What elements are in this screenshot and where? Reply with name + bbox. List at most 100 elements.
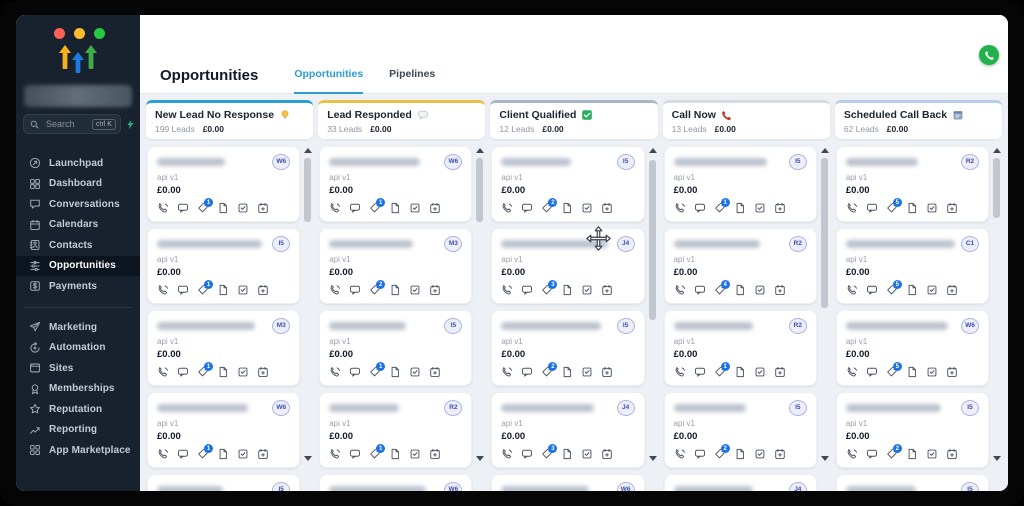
chat-icon[interactable] [866,202,878,214]
chat-icon[interactable] [349,366,361,378]
scrollbar-thumb[interactable] [304,158,311,222]
task-icon[interactable] [926,448,938,460]
task-icon[interactable] [581,284,593,296]
file-icon[interactable] [561,448,573,460]
opportunity-card[interactable]: W6 api v1 £0.00 5 [836,310,989,386]
tag-icon[interactable]: 2 [886,448,898,460]
scroll-up-arrow[interactable] [476,148,484,153]
file-icon[interactable] [906,448,918,460]
phone-icon[interactable] [329,366,341,378]
task-icon[interactable] [754,284,766,296]
opportunity-card[interactable]: J4 api v1 £0.00 3 [491,228,644,304]
calendar-icon[interactable] [774,366,786,378]
calendar-icon[interactable] [429,448,441,460]
calendar-icon[interactable] [257,448,269,460]
column-scrollbar[interactable] [820,146,829,461]
phone-icon[interactable] [329,448,341,460]
phone-icon[interactable] [157,448,169,460]
tab-opportunities[interactable]: Opportunities [294,56,363,94]
file-icon[interactable] [217,202,229,214]
column-scrollbar[interactable] [303,146,312,461]
opportunity-card[interactable]: W6 api v1 £0.00 1 [147,146,300,222]
file-icon[interactable] [217,284,229,296]
calendar-icon[interactable] [601,366,613,378]
task-icon[interactable] [926,366,938,378]
chat-icon[interactable] [866,366,878,378]
task-icon[interactable] [926,284,938,296]
column-scrollbar[interactable] [648,146,657,461]
chat-icon[interactable] [866,448,878,460]
tag-icon[interactable]: 1 [197,448,209,460]
opportunity-card[interactable]: I5 api v1 £0.00 1 [319,310,472,386]
opportunity-card-partial[interactable]: I5 [147,474,300,491]
sidebar-item-launchpad[interactable]: Launchpad [16,153,140,174]
chat-icon[interactable] [521,448,533,460]
tag-icon[interactable]: 3 [541,284,553,296]
calendar-icon[interactable] [946,366,958,378]
tag-icon[interactable]: 1 [197,202,209,214]
task-icon[interactable] [409,202,421,214]
task-icon[interactable] [926,202,938,214]
file-icon[interactable] [734,284,746,296]
tag-icon[interactable]: 2 [369,284,381,296]
phone-icon[interactable] [674,448,686,460]
opportunity-card[interactable]: R2 api v1 £0.00 4 [664,228,817,304]
phone-icon[interactable] [674,284,686,296]
column-header[interactable]: Lead Responded 33 Leads £0.00 [318,100,485,139]
column-scrollbar[interactable] [475,146,484,461]
chat-icon[interactable] [177,366,189,378]
scroll-down-arrow[interactable] [304,456,312,461]
sidebar-item-automation[interactable]: Automation [16,338,140,359]
chat-icon[interactable] [177,284,189,296]
task-icon[interactable] [409,448,421,460]
task-icon[interactable] [237,366,249,378]
sidebar-item-opportunities[interactable]: Opportunities [16,256,140,277]
chat-icon[interactable] [694,202,706,214]
phone-icon[interactable] [501,366,513,378]
chat-icon[interactable] [694,366,706,378]
file-icon[interactable] [561,284,573,296]
file-icon[interactable] [389,284,401,296]
calendar-icon[interactable] [429,284,441,296]
calendar-icon[interactable] [257,202,269,214]
scroll-down-arrow[interactable] [649,456,657,461]
calendar-icon[interactable] [774,448,786,460]
file-icon[interactable] [217,448,229,460]
scroll-up-arrow[interactable] [993,148,1001,153]
opportunity-card[interactable]: I5 api v1 £0.00 2 [491,146,644,222]
chat-icon[interactable] [177,202,189,214]
calendar-icon[interactable] [946,284,958,296]
calendar-icon[interactable] [774,202,786,214]
opportunity-card[interactable]: R2 api v1 £0.00 1 [664,310,817,386]
tag-icon[interactable]: 1 [369,366,381,378]
opportunity-card[interactable]: W6 api v1 £0.00 1 [319,146,472,222]
file-icon[interactable] [389,366,401,378]
task-icon[interactable] [754,448,766,460]
scrollbar-thumb[interactable] [821,158,828,308]
phone-icon[interactable] [157,284,169,296]
file-icon[interactable] [906,284,918,296]
phone-icon[interactable] [157,202,169,214]
opportunity-card[interactable]: I5 api v1 £0.00 2 [836,392,989,468]
task-icon[interactable] [581,202,593,214]
file-icon[interactable] [734,366,746,378]
opportunity-card[interactable]: I5 api v1 £0.00 1 [664,146,817,222]
opportunity-card[interactable]: R2 api v1 £0.00 1 [319,392,472,468]
scroll-down-arrow[interactable] [821,456,829,461]
tag-icon[interactable]: 1 [197,366,209,378]
phone-icon[interactable] [501,284,513,296]
opportunity-card-partial[interactable]: J4 [664,474,817,491]
task-icon[interactable] [581,366,593,378]
task-icon[interactable] [237,448,249,460]
opportunity-card[interactable]: C1 api v1 £0.00 5 [836,228,989,304]
chat-icon[interactable] [866,284,878,296]
task-icon[interactable] [581,448,593,460]
calendar-icon[interactable] [257,284,269,296]
sidebar-item-contacts[interactable]: Contacts [16,235,140,256]
calendar-icon[interactable] [774,284,786,296]
file-icon[interactable] [734,448,746,460]
phone-icon[interactable] [846,366,858,378]
phone-icon[interactable] [501,202,513,214]
chat-icon[interactable] [349,448,361,460]
chat-icon[interactable] [177,448,189,460]
